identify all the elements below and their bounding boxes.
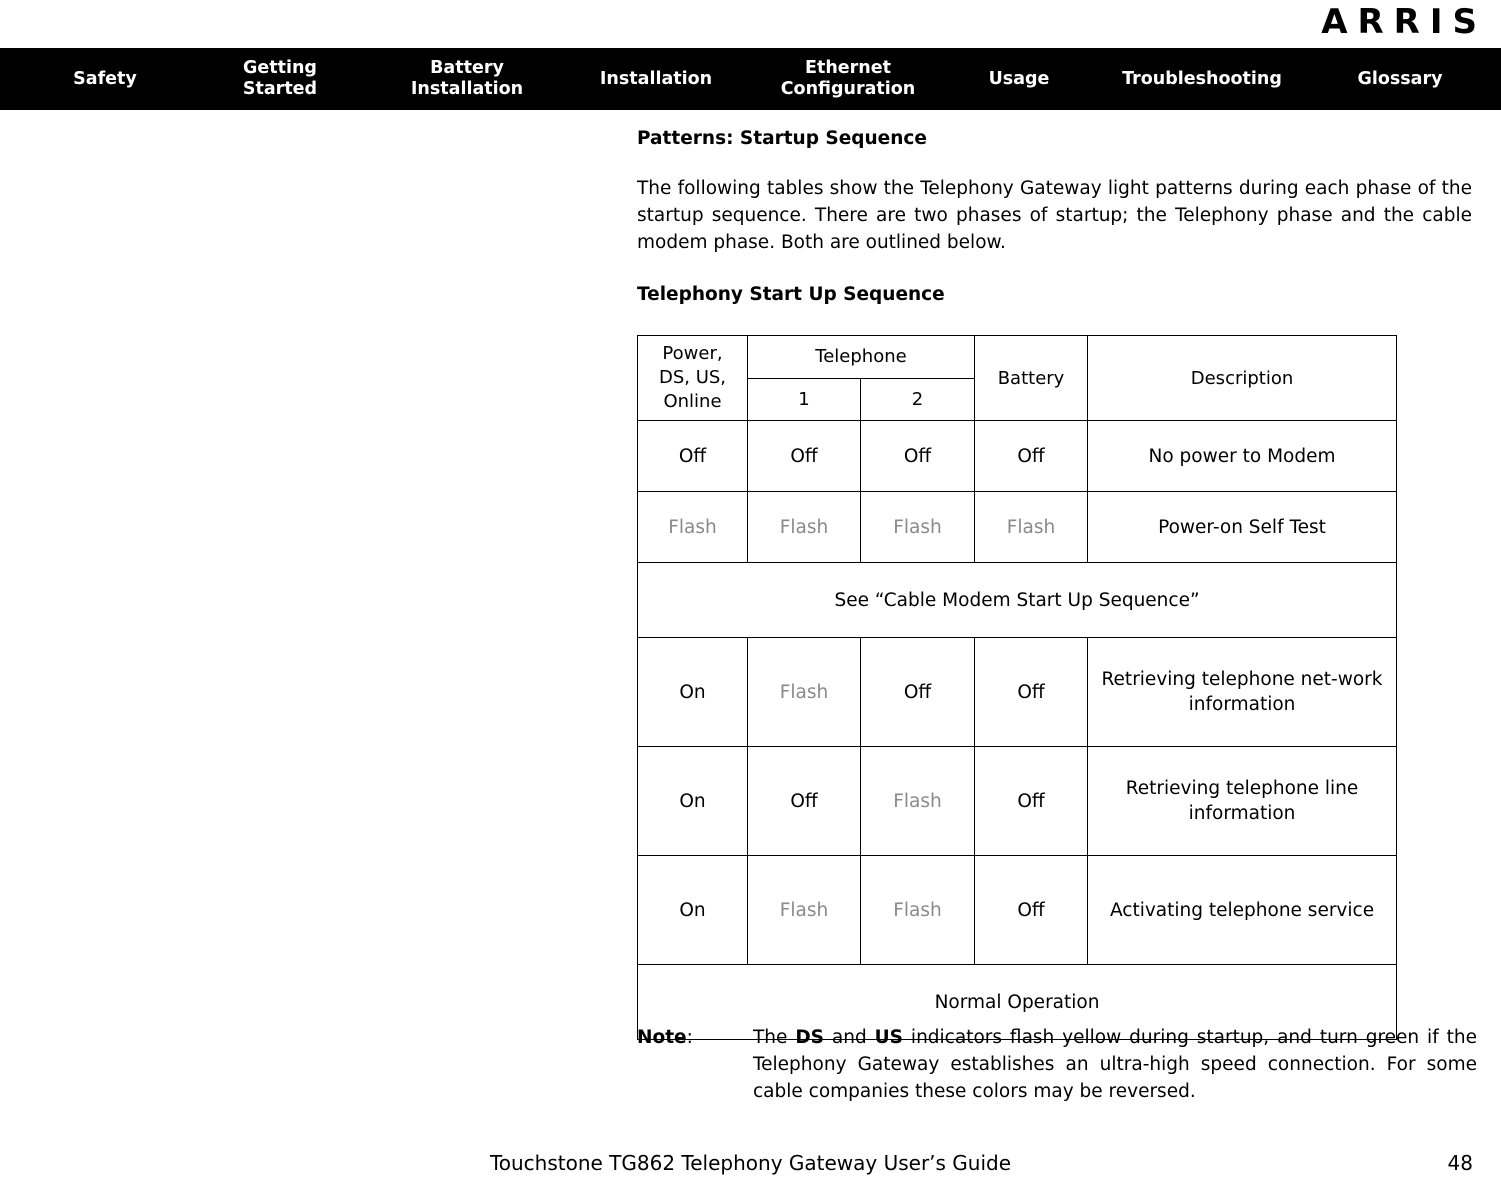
cell-telephone-1: Flash	[747, 491, 861, 563]
table-row: On Flash Flash Off Activating telephone serv…	[637, 855, 1398, 965]
cell-telephone-1: Off	[747, 420, 861, 492]
note-label: Note:	[637, 1024, 753, 1105]
cell-telephone-1: Flash	[747, 637, 861, 747]
footer-page-number: 48	[1447, 1151, 1473, 1175]
table-body: Off Off Off Off No power to Modem Flash Flash F…	[636, 420, 1398, 1040]
table-row: See “Cable Modem Start Up Sequence”	[636, 562, 1398, 638]
footer-title: Touchstone TG862 Telephony Gateway User’…	[489, 1151, 1012, 1175]
cell-description: Power-on Self Test	[1087, 491, 1398, 563]
page-title: Patterns: Startup Sequence	[637, 128, 927, 149]
header-telephone-1: 1	[747, 377, 861, 421]
cell-battery: Off	[974, 420, 1089, 492]
table-header: Power, DS, US, Online Telephone Battery …	[637, 335, 1398, 421]
cell-telephone-1: Flash	[747, 855, 861, 965]
nav-item-getting-started[interactable]: Getting Started	[205, 48, 355, 110]
cell-telephone-2: Flash	[859, 491, 976, 563]
cell-description: No power to Modem	[1087, 420, 1398, 492]
note-text-part1: The	[753, 1027, 796, 1048]
telephony-startup-table: Power, DS, US, Online Telephone Battery …	[636, 335, 1398, 1040]
page-footer: Touchstone TG862 Telephony Gateway User’…	[0, 1151, 1501, 1181]
nav-item-safety[interactable]: Safety	[40, 48, 170, 110]
header-telephone-2: 2	[859, 377, 976, 421]
section-subtitle: Telephony Start Up Sequence	[637, 284, 945, 305]
intro-paragraph: The following tables show the Telephony …	[637, 178, 1472, 253]
nav-item-battery-installation[interactable]: Battery Installation	[382, 48, 552, 110]
header-telephone: Telephone	[746, 335, 976, 379]
cell-telephone-2: Flash	[859, 746, 976, 856]
nav-item-glossary[interactable]: Glossary	[1330, 48, 1470, 110]
cell-telephone-2: Flash	[859, 855, 976, 965]
nav-item-usage[interactable]: Usage	[962, 48, 1076, 110]
note-colon: :	[686, 1027, 693, 1048]
table-row: Off Off Off Off No power to Modem	[637, 420, 1398, 492]
note-label-text: Note	[637, 1027, 687, 1048]
table-row: On Flash Off Off Retrieving telephone net-wo…	[637, 637, 1398, 747]
table-row: Flash Flash Flash Flash Power-on Self Test	[637, 491, 1398, 563]
nav-item-list: Safety Getting Started Battery Installatio…	[0, 48, 1501, 110]
main-content: Patterns: Startup Sequence The following…	[636, 128, 1472, 1040]
table-row: On Off Flash Off Retrieving telephone line i…	[637, 746, 1398, 856]
nav-item-troubleshooting[interactable]: Troubleshooting	[1102, 48, 1302, 110]
cell-power: On	[637, 746, 748, 856]
note-bold-ds: DS	[795, 1027, 825, 1048]
top-navigation-bar: Safety Getting Started Battery Installatio…	[0, 48, 1501, 110]
arris-logo: ARRIS	[1321, 2, 1487, 42]
cell-power: On	[637, 855, 748, 965]
note-text-part2: and	[824, 1027, 875, 1048]
header-description: Description	[1087, 335, 1398, 421]
header-power: Power, DS, US, Online	[637, 335, 748, 421]
cell-battery: Off	[974, 855, 1089, 965]
cell-description: Activating telephone service	[1087, 855, 1398, 965]
note-bold-us: US	[874, 1027, 904, 1048]
note-text: The DS and US indicators flash yellow du…	[753, 1024, 1477, 1105]
table-span-cell: See “Cable Modem Start Up Sequence”	[636, 562, 1398, 638]
brand-bar: ARRIS	[0, 0, 1501, 46]
cell-battery: Flash	[974, 491, 1089, 563]
nav-item-ethernet-configuration[interactable]: Ethernet Configuration	[758, 48, 938, 110]
cell-battery: Off	[974, 637, 1089, 747]
cell-power: Off	[637, 420, 748, 492]
note-block: Note: The DS and US indicators flash yel…	[637, 1024, 1477, 1105]
cell-power: Flash	[637, 491, 748, 563]
cell-telephone-1: Off	[747, 746, 861, 856]
cell-telephone-2: Off	[859, 420, 976, 492]
cell-telephone-2: Off	[859, 637, 976, 747]
header-battery: Battery	[974, 335, 1089, 421]
cell-battery: Off	[974, 746, 1089, 856]
cell-power: On	[637, 637, 748, 747]
cell-description: Retrieving telephone net-work informatio…	[1087, 637, 1398, 747]
cell-description: Retrieving telephone line information	[1087, 746, 1398, 856]
nav-item-installation[interactable]: Installation	[578, 48, 734, 110]
